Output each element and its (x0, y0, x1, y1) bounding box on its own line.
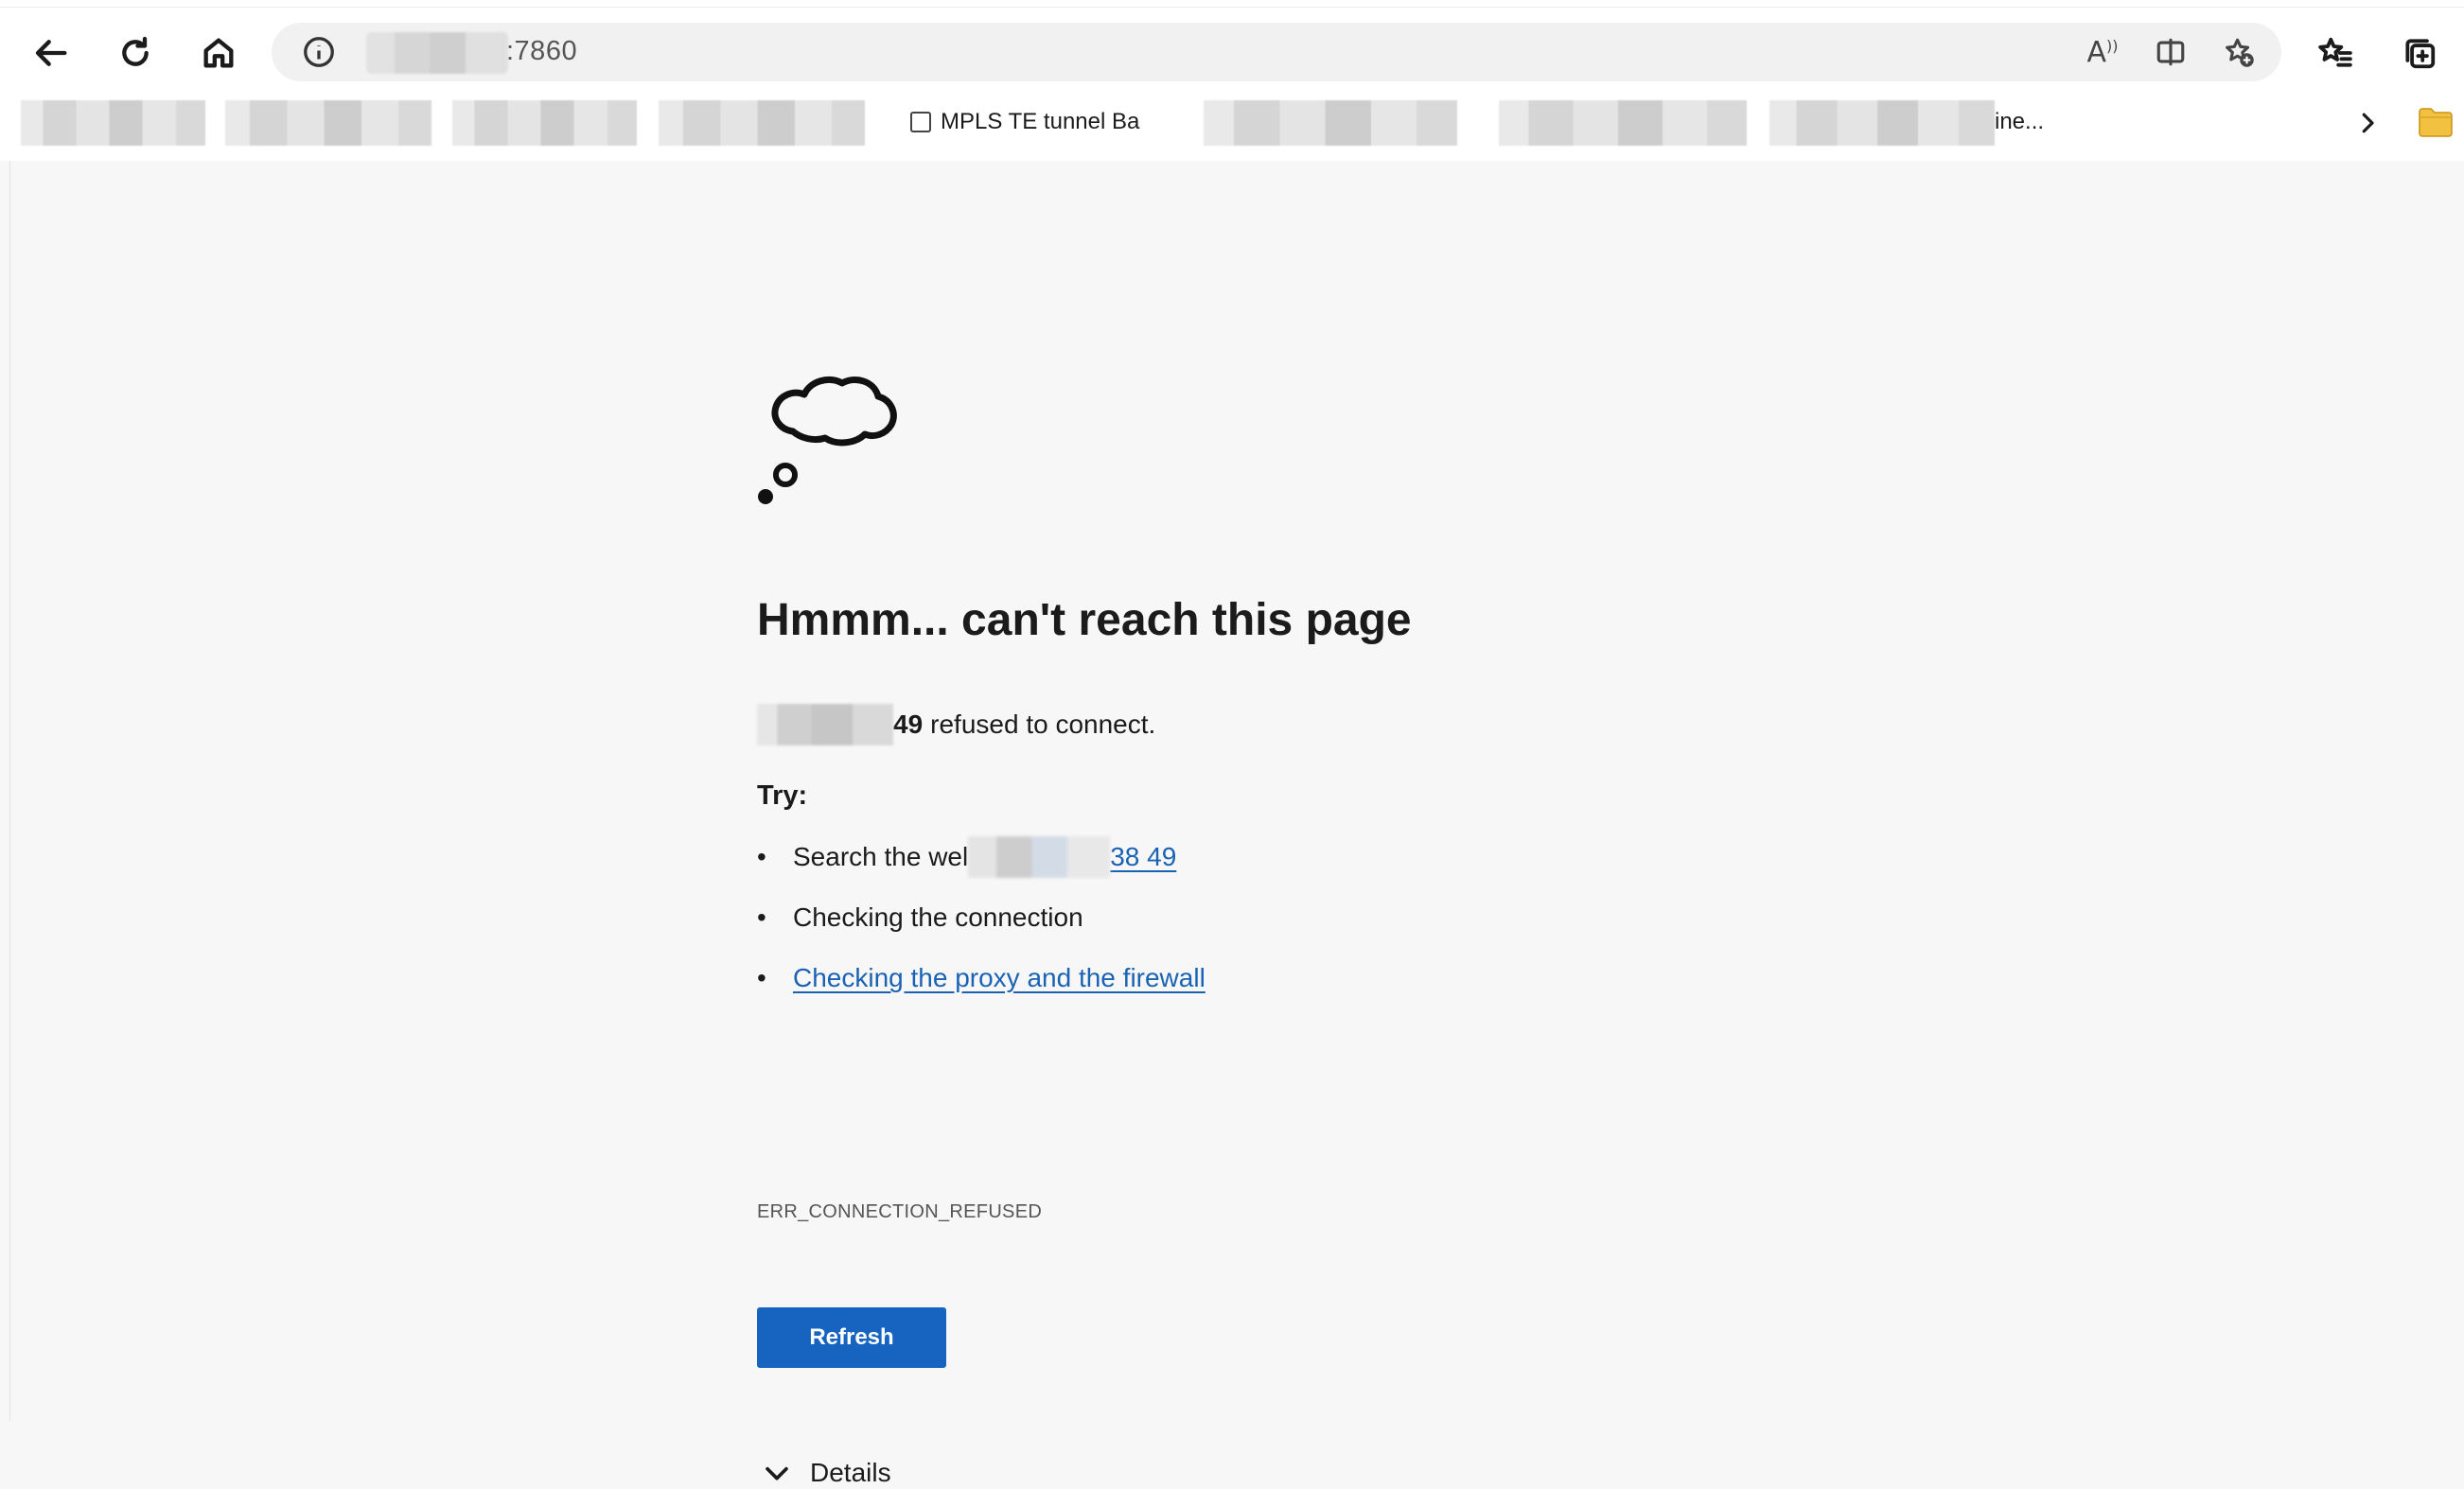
favorite-item-redacted[interactable] (1204, 100, 1457, 146)
favorite-item-redacted[interactable] (659, 100, 865, 146)
redacted-host (757, 704, 893, 745)
error-code: ERR_CONNECTION_REFUSED (757, 1201, 1043, 1222)
checking-connection-text: Checking the connection (793, 902, 1083, 932)
back-arrow-icon (35, 40, 67, 66)
favorite-item-label: ine... (1995, 109, 2045, 134)
page-title: Hmmm... can't reach this page (757, 595, 1412, 645)
details-toggle[interactable]: Details (757, 1457, 891, 1489)
home-button[interactable] (190, 25, 247, 81)
favorite-item-redacted[interactable] (21, 100, 205, 146)
favorites-icon (2318, 37, 2352, 67)
back-button[interactable] (24, 25, 80, 81)
bullet: • (757, 842, 766, 871)
favorite-item-redacted[interactable] (225, 100, 431, 146)
favorites-button[interactable] (2307, 25, 2364, 81)
try-label: Try: (757, 780, 808, 811)
favorites-bar: MPLS TE tunnel Ba ine... (0, 95, 2464, 149)
search-web-link[interactable]: 38 49 (1110, 842, 1176, 872)
address-bar[interactable]: :7860 A)) (272, 23, 2281, 81)
page-icon (910, 112, 931, 132)
favorite-item-redacted[interactable] (452, 100, 637, 146)
refused-message: 49 refused to connect. (757, 704, 1155, 745)
bullet: • (757, 902, 766, 932)
search-prefix: Search the wel (793, 842, 969, 871)
split-screen-button[interactable] (2152, 33, 2190, 71)
reload-button[interactable] (107, 25, 164, 81)
reload-icon (122, 36, 149, 66)
redacted-search-term (968, 836, 1111, 878)
site-info-button[interactable] (300, 33, 338, 71)
chevron-down-icon (766, 1466, 788, 1480)
browser-toolbar: :7860 A)) (0, 17, 2464, 89)
refresh-button[interactable]: Refresh (757, 1307, 946, 1368)
browser-chrome: :7860 A)) MPLS TE tunnel Ba ine... (0, 0, 2464, 161)
info-icon (304, 37, 334, 67)
url-port-text: :7860 (506, 36, 578, 66)
favorite-item-mpls[interactable]: MPLS TE tunnel Ba (910, 98, 1183, 146)
chevron-right-icon (2362, 113, 2374, 133)
proxy-firewall-link[interactable]: Checking the proxy and the firewall (793, 963, 1206, 993)
refused-text: refused to connect. (930, 709, 1156, 739)
suggestion-proxy: • Checking the proxy and the firewall (757, 963, 1206, 1024)
suggestion-connection: • Checking the connection (757, 902, 1206, 963)
thought-cloud-icon (758, 377, 897, 504)
split-screen-icon (2156, 38, 2185, 66)
host-suffix: 49 (893, 709, 924, 739)
favorite-item-redacted[interactable] (1499, 100, 1747, 146)
collections-icon (2405, 39, 2436, 69)
suggestion-search: • Search the wel 38 49 (757, 836, 1206, 902)
favorites-overflow-button[interactable] (2347, 102, 2388, 144)
add-favorite-button[interactable] (2220, 33, 2258, 71)
favorite-item-label: MPLS TE tunnel Ba (941, 109, 1140, 134)
collections-button[interactable] (2391, 25, 2448, 81)
tab-strip-edge (0, 0, 2464, 8)
read-aloud-icon: A)) (2086, 35, 2119, 69)
redacted-host (366, 32, 508, 74)
details-label: Details (810, 1458, 891, 1487)
bullet: • (757, 963, 766, 992)
error-page: Hmmm... can't reach this page 49 refused… (9, 161, 2464, 1487)
home-icon (203, 38, 234, 68)
suggestion-list: • Search the wel 38 49 • Checking the co… (757, 836, 1206, 1024)
add-favorite-icon (2226, 38, 2254, 67)
folder-icon[interactable] (2418, 106, 2454, 138)
favorite-item-redacted[interactable] (1769, 100, 1995, 146)
read-aloud-button[interactable]: A)) (2084, 33, 2121, 71)
favorite-item-engine[interactable]: ine... (1995, 98, 2108, 146)
